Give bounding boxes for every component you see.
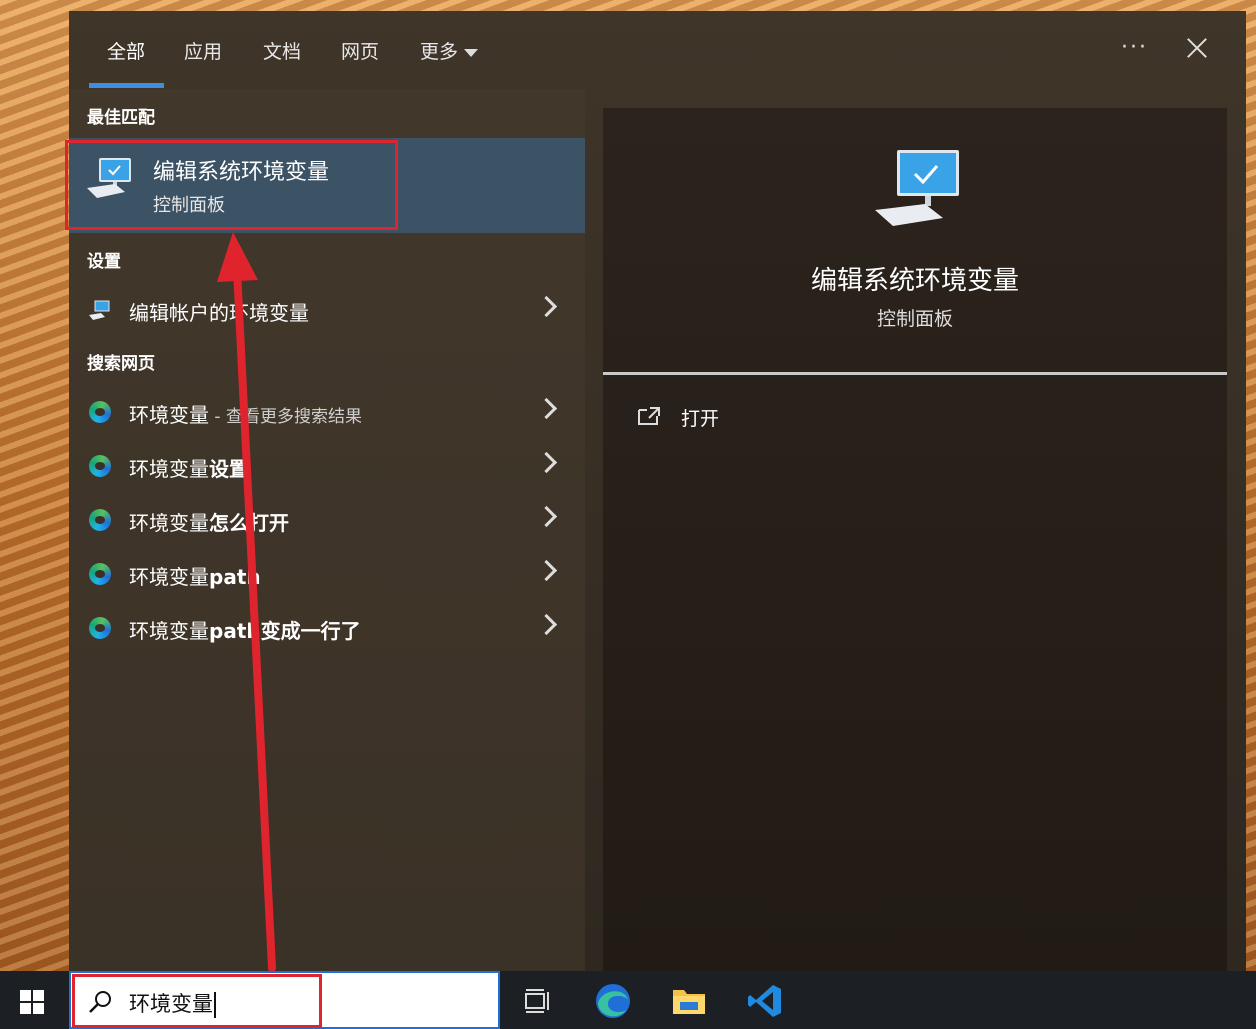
- vscode-icon[interactable]: [746, 982, 784, 1020]
- edge-icon: [89, 617, 111, 639]
- web-result-suffix: path: [209, 565, 261, 589]
- file-explorer-icon[interactable]: [670, 982, 708, 1020]
- search-panel: 全部 应用 文档 网页 更多 ··· 最佳匹配 编辑系统环境变量 控制面板 设置: [65, 11, 1246, 971]
- settings-result[interactable]: 编辑帐户的环境变量: [69, 285, 585, 335]
- section-settings: 设置: [87, 252, 121, 272]
- windows-start-icon[interactable]: [20, 990, 44, 1014]
- more-options-button[interactable]: ···: [1121, 35, 1148, 60]
- close-icon[interactable]: [1182, 33, 1212, 63]
- preview-subtitle: 控制面板: [876, 308, 953, 330]
- tab-more[interactable]: 更多: [420, 37, 479, 67]
- computer-icon: [875, 150, 959, 226]
- section-best-match: 最佳匹配: [87, 108, 155, 128]
- web-result[interactable]: 环境变量 - 查看更多搜索结果: [69, 387, 585, 437]
- chevron-right-icon[interactable]: [535, 505, 558, 528]
- taskbar: 环境变量: [0, 971, 1256, 1029]
- divider: [603, 372, 1227, 375]
- tab-documents[interactable]: 文档: [263, 37, 301, 67]
- tab-all[interactable]: 全部: [107, 37, 145, 67]
- results-list: 最佳匹配 编辑系统环境变量 控制面板 设置 编辑帐户的环境变量 搜索网页 环境变…: [65, 89, 585, 971]
- web-result[interactable]: 环境变量path: [69, 549, 585, 599]
- web-result-suffix: 设置: [209, 457, 249, 481]
- open-action-label: 打开: [681, 408, 720, 430]
- edge-icon: [89, 563, 111, 585]
- web-result[interactable]: 环境变量path变成一行了: [69, 603, 585, 653]
- preview-pane: 编辑系统环境变量 控制面板 打开: [603, 108, 1227, 971]
- chevron-right-icon[interactable]: [535, 613, 558, 636]
- annotation-highlight-box: [65, 140, 398, 230]
- open-external-icon: [638, 407, 660, 425]
- web-result[interactable]: 环境变量怎么打开: [69, 495, 585, 545]
- annotation-highlight-box: [72, 974, 322, 1028]
- edge-icon: [89, 401, 111, 423]
- chevron-down-icon: [464, 48, 479, 57]
- web-result-query: 环境变量: [129, 403, 209, 427]
- web-result-query: 环境变量: [129, 511, 209, 535]
- web-result-query: 环境变量: [129, 565, 209, 589]
- edge-icon: [89, 509, 111, 531]
- task-view-icon[interactable]: [518, 982, 556, 1020]
- web-result-query: 环境变量: [129, 619, 209, 643]
- web-result-suffix: - 查看更多搜索结果: [209, 407, 362, 427]
- settings-result-label: 编辑帐户的环境变量: [129, 301, 309, 325]
- tab-apps[interactable]: 应用: [184, 37, 222, 67]
- search-tabs-bar: 全部 应用 文档 网页 更多 ···: [69, 11, 1246, 89]
- web-result-suffix: 怎么打开: [209, 511, 289, 535]
- settings-computer-icon: [89, 300, 110, 320]
- web-result-suffix: path变成一行了: [209, 619, 361, 643]
- edge-icon[interactable]: [594, 982, 632, 1020]
- chevron-right-icon[interactable]: [535, 295, 558, 318]
- active-tab-indicator: [89, 83, 164, 88]
- chevron-right-icon[interactable]: [535, 397, 558, 420]
- section-web: 搜索网页: [87, 354, 155, 374]
- web-result[interactable]: 环境变量设置: [69, 441, 585, 491]
- tab-more-label: 更多: [420, 41, 459, 63]
- edge-icon: [89, 455, 111, 477]
- web-result-query: 环境变量: [129, 457, 209, 481]
- preview-title: 编辑系统环境变量: [810, 266, 1019, 296]
- chevron-right-icon[interactable]: [535, 451, 558, 474]
- tab-web[interactable]: 网页: [341, 37, 379, 67]
- chevron-right-icon[interactable]: [535, 559, 558, 582]
